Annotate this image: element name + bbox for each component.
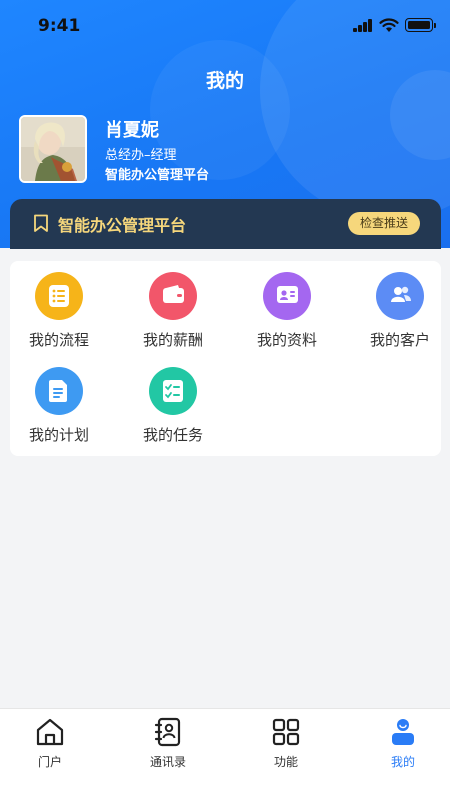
check-push-button[interactable]: 检查推送 — [348, 212, 420, 235]
id-card-icon — [263, 272, 311, 320]
list-icon — [35, 272, 83, 320]
user-organization: 智能办公管理平台 — [105, 168, 210, 183]
profile-icon — [392, 719, 414, 745]
menu-item-label: 我的客户 — [369, 331, 430, 349]
menu-item-label: 我的薪酬 — [142, 331, 203, 349]
menu-item-plan[interactable]: 我的计划 — [10, 356, 110, 446]
battery-icon — [405, 18, 436, 32]
menu-item-label: 我的计划 — [28, 426, 89, 444]
tab-portal[interactable]: 门户 — [0, 709, 106, 779]
tab-label: 通讯录 — [149, 755, 186, 769]
menu-item-process[interactable]: 我的流程 — [10, 261, 110, 351]
home-icon — [36, 718, 64, 746]
wallet-icon — [149, 272, 197, 320]
signal-icon — [353, 19, 373, 32]
menu-item-profile-data[interactable]: 我的资料 — [238, 261, 338, 351]
user-role: 总经办–经理 — [105, 148, 177, 163]
avatar[interactable] — [19, 115, 87, 183]
user-name: 肖夏妮 — [105, 120, 159, 141]
page-title: 我的 — [205, 70, 244, 92]
document-icon — [35, 367, 83, 415]
wifi-icon — [379, 18, 399, 32]
tab-mine[interactable]: 我的 — [347, 709, 450, 779]
banner-title: 智能办公管理平台 — [58, 216, 187, 235]
tab-functions[interactable]: 功能 — [230, 709, 342, 779]
menu-item-label: 我的资料 — [256, 331, 317, 349]
platform-banner: 智能办公管理平台 检查推送 — [10, 199, 441, 249]
tab-label: 功能 — [273, 755, 298, 769]
menu-item-tasks[interactable]: 我的任务 — [124, 356, 224, 446]
grid-icon — [272, 718, 300, 746]
checklist-icon — [149, 367, 197, 415]
menu-item-customers[interactable]: 我的客户 — [351, 261, 450, 351]
bookmark-icon — [34, 214, 48, 232]
bottom-tab-bar: 门户 通讯录 功能 我的 — [0, 708, 450, 800]
contacts-icon — [154, 717, 181, 747]
menu-item-label: 我的任务 — [142, 426, 203, 444]
users-icon — [376, 272, 424, 320]
status-time: 9:41 — [38, 16, 81, 36]
tab-label: 我的 — [390, 755, 415, 769]
menu-item-salary[interactable]: 我的薪酬 — [124, 261, 224, 351]
status-bar: 9:41 — [0, 0, 450, 52]
tab-label: 门户 — [37, 755, 62, 769]
tab-contacts[interactable]: 通讯录 — [112, 709, 224, 779]
menu-item-label: 我的流程 — [28, 331, 89, 349]
menu-grid: 我的流程 我的薪酬 我的资料 我的客户 我的计划 我的任务 — [10, 261, 441, 456]
